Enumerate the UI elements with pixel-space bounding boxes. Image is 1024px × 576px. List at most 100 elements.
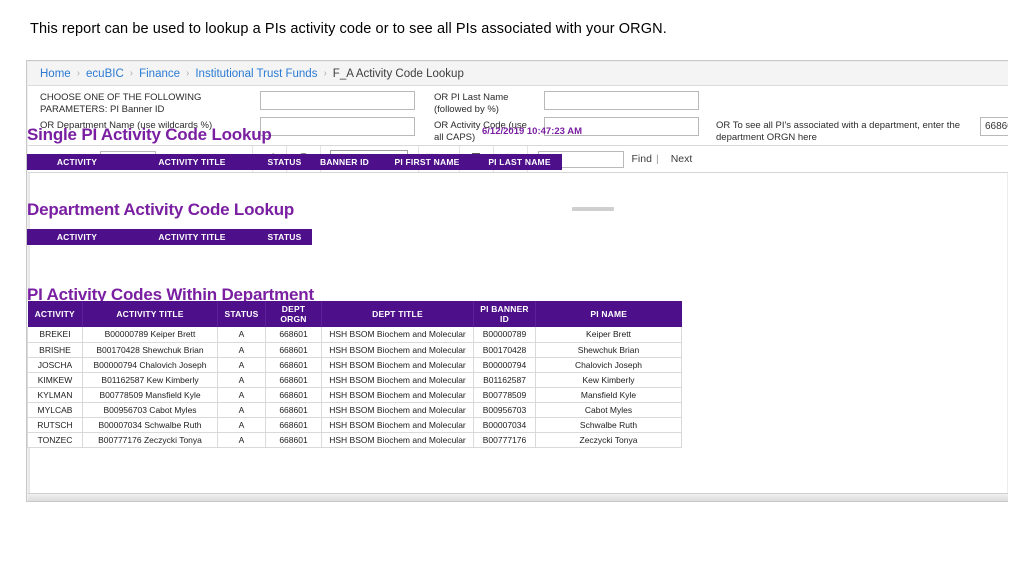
table-cell: 668601 (265, 357, 322, 373)
breadcrumb-item-ecubic[interactable]: ecuBIC (86, 68, 124, 80)
breadcrumb-separator: › (323, 68, 327, 79)
table-cell: B00778509 (473, 387, 536, 403)
table-cell: B00777176 (473, 432, 536, 448)
table-cell: HSH BSOM Biochem and Molecular (321, 357, 474, 373)
table-cell: Mansfield Kyle (535, 387, 682, 403)
find-next-button[interactable]: Next (671, 153, 693, 165)
section-title-2: Department Activity Code Lookup (27, 200, 295, 219)
table-cell: B00000789 (473, 327, 536, 343)
table-header-section-2: ACTIVITY ACTIVITY TITLE STATUS (27, 229, 312, 245)
column-header: STATUS (267, 232, 302, 242)
report-viewer-window: Home › ecuBIC › Finance › Institutional Trust … (26, 60, 1008, 502)
table-cell: B00778509 Mansfield Kyle (82, 387, 218, 403)
breadcrumb-item-finance[interactable]: Finance (139, 68, 180, 80)
toolbar-scrub-handle[interactable] (572, 207, 614, 211)
table-row: KIMKEW B01162587 Kew Kimberly A 668601 HSH B… (27, 372, 682, 388)
table-cell: A (217, 402, 266, 418)
screenshot-root: This report can be used to lookup a PIs … (0, 0, 1024, 576)
column-header: ACTIVITY (56, 157, 98, 167)
table-cell: Kew Kimberly (535, 372, 682, 388)
table-cell: Zeczycki Tonya (535, 432, 682, 448)
table-cell: JOSCHA (27, 357, 83, 373)
table-cell: 668601 (265, 417, 322, 433)
report-timestamp: 6/12/2019 10:47:23 AM (482, 126, 582, 137)
table-cell: A (217, 372, 266, 388)
table-cell: BREKEI (27, 327, 83, 343)
column-header: STATUS (267, 157, 302, 167)
table-cell: TONZEC (27, 432, 83, 448)
table-row: MYLCAB B00956703 Cabot Myles A 668601 HSH BS… (27, 402, 682, 418)
column-header: ACTIVITY TITLE (158, 232, 226, 242)
table-cell: B00007034 Schwalbe Ruth (82, 417, 218, 433)
table-cell: B00007034 (473, 417, 536, 433)
table-cell: 668601 (265, 342, 322, 358)
table-cell: HSH BSOM Biochem and Molecular (321, 372, 474, 388)
table-cell: HSH BSOM Biochem and Molecular (321, 432, 474, 448)
table-cell: A (217, 357, 266, 373)
department-name-input[interactable] (260, 117, 415, 136)
column-header: BANNER ID (319, 157, 370, 167)
breadcrumb-item-f-a-activity-code-lookup: F_A Activity Code Lookup (332, 67, 464, 80)
department-orgn-label: OR To see all PI's associated with a dep… (716, 120, 961, 143)
table-cell: B00000794 (473, 357, 536, 373)
column-header: PI BANNER ID (473, 301, 536, 327)
table-cell: 668601 (265, 432, 322, 448)
column-header: PI NAME (535, 301, 682, 327)
table-cell: 668601 (265, 387, 322, 403)
breadcrumb-item-institutional-trust-funds[interactable]: Institutional Trust Funds (195, 68, 317, 80)
pi-last-name-input[interactable] (544, 91, 699, 110)
table-header-section-1: ACTIVITY ACTIVITY TITLE STATUS BANNER ID PI … (27, 154, 562, 170)
table-cell: 668601 (265, 372, 322, 388)
table-row: TONZEC B00777176 Zeczycki Tonya A 668601 HSH… (27, 432, 682, 448)
column-header: PI FIRST NAME (394, 157, 460, 167)
table-cell: B00000789 Keiper Brett (82, 327, 218, 343)
table-row: RUTSCH B00007034 Schwalbe Ruth A 668601 HSH … (27, 417, 682, 433)
column-header: ACTIVITY TITLE (158, 157, 226, 167)
find-button[interactable]: Find (632, 153, 652, 165)
table-cell: A (217, 417, 266, 433)
table-cell: HSH BSOM Biochem and Molecular (321, 402, 474, 418)
table-cell: A (217, 327, 266, 343)
table-cell: A (217, 432, 266, 448)
breadcrumb-separator: › (186, 68, 190, 79)
table-cell: Schwalbe Ruth (535, 417, 682, 433)
table-cell: Keiper Brett (535, 327, 682, 343)
column-header: STATUS (217, 301, 266, 327)
table-cell: 668601 (265, 402, 322, 418)
pi-banner-id-input[interactable] (260, 91, 415, 110)
department-orgn-input[interactable] (980, 117, 1008, 136)
table-cell: A (217, 342, 266, 358)
intro-description: This report can be used to lookup a PIs … (30, 21, 667, 37)
table-cell: RUTSCH (27, 417, 83, 433)
table-cell: KYLMAN (27, 387, 83, 403)
table-row: KYLMAN B00778509 Mansfield Kyle A 668601 HSH… (27, 387, 682, 403)
table-cell: HSH BSOM Biochem and Molecular (321, 327, 474, 343)
table-cell: Shewchuk Brian (535, 342, 682, 358)
table-cell: B00956703 Cabot Myles (82, 402, 218, 418)
breadcrumb-separator: › (76, 68, 81, 79)
column-header: PI LAST NAME (488, 157, 551, 167)
table-cell: B01162587 (473, 372, 536, 388)
table-cell: HSH BSOM Biochem and Molecular (321, 342, 474, 358)
table-row: BREKEI B00000789 Keiper Brett A 668601 HSH B… (27, 327, 682, 343)
table-cell: BRISHE (27, 342, 83, 358)
table-cell: B00170428 (473, 342, 536, 358)
table-cell: 668601 (265, 327, 322, 343)
table-cell: MYLCAB (27, 402, 83, 418)
table-cell: B00956703 (473, 402, 536, 418)
table-cell: B00777176 Zeczycki Tonya (82, 432, 218, 448)
section-title-1: Single PI Activity Code Lookup (27, 125, 272, 144)
column-header: DEPT TITLE (321, 301, 474, 327)
table-cell: HSH BSOM Biochem and Molecular (321, 387, 474, 403)
pi-activity-table: ACTIVITY ACTIVITY TITLE STATUS DEPT ORGN DEP… (27, 301, 682, 448)
breadcrumb-item-home[interactable]: Home (40, 68, 71, 80)
column-header: ACTIVITY (27, 301, 83, 327)
table-cell: B00170428 Shewchuk Brian (82, 342, 218, 358)
table-cell: B00000794 Chalovich Joseph (82, 357, 218, 373)
window-bottom-chrome (28, 493, 1008, 501)
table-cell: Chalovich Joseph (535, 357, 682, 373)
table-row: BRISHE B00170428 Shewchuk Brian A 668601 HSH… (27, 342, 682, 358)
column-header: ACTIVITY TITLE (82, 301, 218, 327)
breadcrumb: Home › ecuBIC › Finance › Institutional Trust … (28, 62, 1008, 86)
table-cell: HSH BSOM Biochem and Molecular (321, 417, 474, 433)
